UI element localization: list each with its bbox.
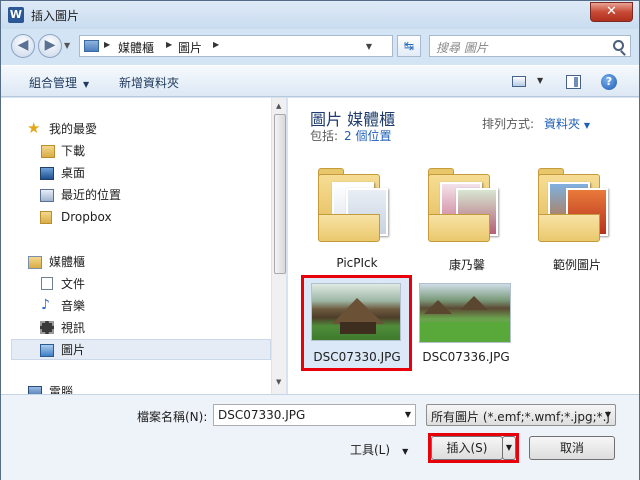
- nav-computer[interactable]: 電腦: [49, 382, 73, 394]
- file-label-dsc07336: DSC07336.JPG: [422, 350, 510, 364]
- village-thumbnail-graphic: [420, 296, 510, 342]
- scrollbar-thumb[interactable]: [274, 114, 286, 274]
- search-placeholder: 搜尋 圖片: [436, 41, 488, 55]
- address-bar[interactable]: ▶ 媒體櫃 ▶ 圖片 ▶ ▼: [79, 35, 393, 57]
- folder-front: [538, 214, 600, 242]
- address-dropdown-icon[interactable]: ▼: [366, 42, 372, 51]
- chevron-down-icon[interactable]: ▼: [405, 410, 411, 419]
- filename-label: 檔案名稱(N):: [137, 410, 208, 424]
- chevron-down-icon: ▼: [83, 80, 90, 89]
- chevron-down-icon: ▼: [583, 121, 591, 130]
- folder-front: [318, 214, 380, 242]
- includes-locations-link[interactable]: 2 個位置: [344, 129, 391, 143]
- breadcrumb-library[interactable]: 媒體櫃: [118, 39, 154, 56]
- folder-sample-pictures[interactable]: [532, 158, 618, 244]
- library-includes: 包括: 2 個位置: [310, 127, 392, 144]
- downloads-folder-icon: [41, 145, 55, 158]
- history-dropdown[interactable]: ▼: [64, 41, 70, 50]
- nav-pictures[interactable]: 圖片: [61, 340, 85, 360]
- filename-value: DSC07330.JPG: [218, 408, 306, 422]
- pictures-icon: [40, 344, 54, 357]
- preview-pane-icon[interactable]: [566, 75, 581, 89]
- videos-icon: [40, 321, 54, 334]
- nav-scrollbar[interactable]: ▲ ▼: [271, 98, 286, 394]
- libraries-icon: [28, 256, 42, 269]
- folder-front: [428, 214, 490, 242]
- breadcrumb-pictures[interactable]: 圖片: [178, 39, 202, 56]
- dialog-window: W 插入圖片 ✕ ◀ ▶ ▼ ▶ 媒體櫃 ▶ 圖片 ▶ ▼ ↹ 搜尋 圖片 組合…: [0, 0, 640, 480]
- view-options-dropdown[interactable]: ▼: [537, 76, 543, 85]
- recent-places-icon: [40, 189, 54, 202]
- arrange-by-dropdown[interactable]: 資料夾 ▼: [544, 117, 590, 131]
- folder-label: 康乃馨: [448, 258, 485, 272]
- folder-label: PicPIck: [336, 256, 378, 270]
- back-button[interactable]: ◀: [11, 34, 35, 58]
- tools-label: 工具(L): [350, 443, 391, 457]
- search-icon: [613, 40, 624, 51]
- chevron-right-icon[interactable]: ▶: [166, 40, 172, 49]
- search-input[interactable]: 搜尋 圖片: [429, 35, 631, 57]
- refresh-button[interactable]: ↹: [397, 35, 421, 57]
- file-type-select[interactable]: 所有圖片 (*.emf;*.wmf;*.jpg;*.j ▼: [426, 404, 616, 426]
- title-bar: W 插入圖片 ✕: [1, 1, 639, 29]
- highlight-annotation-insert: [428, 433, 519, 463]
- library-icon: [84, 40, 99, 52]
- scroll-up-icon[interactable]: ▲: [276, 102, 281, 110]
- tools-button[interactable]: 工具(L) ▼: [350, 441, 408, 458]
- nav-libraries[interactable]: 媒體櫃: [49, 252, 85, 272]
- bottom-bar: 檔案名稱(N): DSC07330.JPG ▼ 所有圖片 (*.emf;*.wmf…: [1, 394, 639, 480]
- dropbox-folder-icon: [40, 211, 52, 224]
- toolbar: 組合管理 ▼ 新增資料夾 ▼ ?: [1, 65, 639, 97]
- star-icon: ★: [27, 119, 41, 137]
- help-icon[interactable]: ?: [601, 74, 617, 90]
- nav-videos[interactable]: 視訊: [61, 318, 85, 338]
- folder-label: 範例圖片: [552, 258, 601, 272]
- folder-carnation[interactable]: [422, 158, 508, 244]
- chevron-right-icon[interactable]: ▶: [104, 40, 110, 49]
- address-row: ◀ ▶ ▼ ▶ 媒體櫃 ▶ 圖片 ▶ ▼ ↹ 搜尋 圖片: [1, 29, 639, 63]
- new-folder-button[interactable]: 新增資料夾: [119, 74, 179, 91]
- folder-picpick[interactable]: [312, 158, 398, 244]
- navigation-pane: ★ 我的最愛 下載 桌面 最近的位置 Dropbox 媒體櫃 文件 ♪ 音樂 視…: [1, 98, 287, 394]
- arrange-value: 資料夾: [544, 117, 581, 131]
- close-button[interactable]: ✕: [590, 2, 633, 22]
- chevron-right-icon[interactable]: ▶: [213, 40, 219, 49]
- highlight-annotation-selected-file: [301, 275, 412, 371]
- cancel-button[interactable]: 取消: [529, 436, 615, 460]
- arrange-label: 排列方式:: [482, 117, 535, 131]
- nav-music[interactable]: 音樂: [61, 296, 85, 316]
- file-type-value: 所有圖片 (*.emf;*.wmf;*.jpg;*.j: [431, 410, 610, 424]
- word-app-icon: W: [8, 7, 24, 23]
- window-title: 插入圖片: [31, 9, 80, 23]
- organize-button[interactable]: 組合管理 ▼: [29, 74, 89, 91]
- nav-desktop[interactable]: 桌面: [61, 163, 85, 183]
- documents-icon: [41, 277, 53, 290]
- scroll-down-icon[interactable]: ▼: [276, 378, 281, 386]
- desktop-icon: [40, 167, 54, 180]
- arrange-by: 排列方式: 資料夾 ▼: [482, 115, 590, 132]
- change-view-icon[interactable]: [512, 76, 526, 87]
- organize-label: 組合管理: [29, 76, 78, 90]
- forward-button[interactable]: ▶: [38, 34, 62, 58]
- chevron-down-icon: ▼: [402, 447, 409, 456]
- computer-icon: [28, 386, 42, 394]
- nav-recent-places[interactable]: 最近的位置: [61, 185, 121, 205]
- includes-label: 包括:: [310, 129, 339, 143]
- music-icon: ♪: [41, 297, 50, 313]
- nav-documents[interactable]: 文件: [61, 274, 85, 294]
- filename-input[interactable]: DSC07330.JPG ▼: [213, 404, 416, 426]
- nav-dropbox[interactable]: Dropbox: [61, 207, 112, 227]
- nav-favorites[interactable]: 我的最愛: [49, 119, 97, 139]
- nav-downloads[interactable]: 下載: [61, 141, 85, 161]
- chevron-down-icon: ▼: [604, 410, 611, 419]
- photo-thumbnail-dsc07336[interactable]: [419, 283, 511, 343]
